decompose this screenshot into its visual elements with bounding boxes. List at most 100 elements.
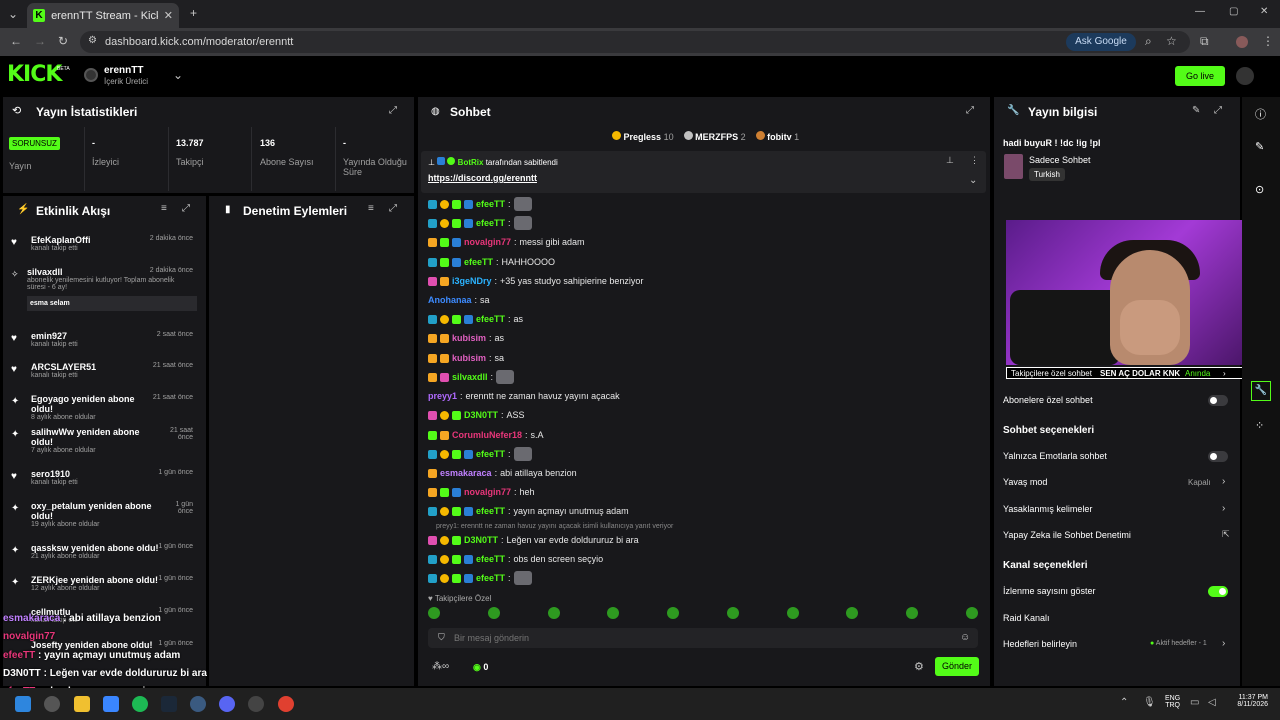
chat-username[interactable]: novalgin77 xyxy=(464,485,511,499)
maximize-icon[interactable]: ▢ xyxy=(1229,6,1238,17)
chat-message[interactable]: efeeTT: xyxy=(428,571,532,585)
search-icon[interactable] xyxy=(44,696,60,712)
chat-message[interactable]: efeeTT: obs den screen seçyio xyxy=(428,552,603,566)
ask-google-button[interactable]: Ask Google xyxy=(1066,33,1136,51)
clock[interactable]: 11:37 PM 8/11/2026 xyxy=(1228,694,1268,708)
file-explorer-icon[interactable] xyxy=(74,696,90,712)
chat-message[interactable]: i3geNDry: +35 yas studyo sahipierine benz… xyxy=(428,274,643,288)
emote-icon[interactable] xyxy=(846,607,859,619)
emote-icon[interactable] xyxy=(906,607,919,619)
volume-icon[interactable]: ◁ xyxy=(1208,697,1216,708)
popout-icon[interactable]: ⤢ xyxy=(389,203,397,214)
bookmark-star-icon[interactable]: ☆ xyxy=(1166,34,1177,48)
chat-username[interactable]: efeeTT xyxy=(476,571,505,585)
popout-icon[interactable]: ⤢ xyxy=(1214,105,1222,116)
forward-icon[interactable]: → xyxy=(34,34,46,48)
channel-avatar[interactable] xyxy=(84,68,98,82)
chat-username[interactable]: efeeTT xyxy=(476,447,505,461)
chat-username[interactable]: efeeTT xyxy=(476,552,505,566)
browser-menu-icon[interactable]: ⋮ xyxy=(1262,34,1274,48)
slow-mode-label[interactable]: Yavaş mod xyxy=(1003,477,1047,487)
emote-icon[interactable] xyxy=(965,607,978,619)
filter-icon[interactable]: ≡ xyxy=(368,203,374,214)
chat-message[interactable]: Anohanaa: sa xyxy=(428,293,490,307)
spotify-icon[interactable] xyxy=(132,696,148,712)
chat-message[interactable]: silvaxdll: xyxy=(428,370,515,384)
emote-icon[interactable] xyxy=(786,607,799,619)
chat-message[interactable]: preyy1: erenntt ne zaman havuz yayını aça… xyxy=(428,389,620,403)
ai-mod-label[interactable]: Yapay Zeka ile Sohbet Denetimi xyxy=(1003,530,1131,540)
show-viewers-toggle[interactable] xyxy=(1208,586,1228,597)
reload-icon[interactable]: ↻ xyxy=(58,34,68,48)
chat-username[interactable]: efeeTT xyxy=(464,255,493,269)
tab-list-icon[interactable]: ⌄ xyxy=(8,7,18,21)
chat-username[interactable]: D3N0TT xyxy=(464,408,498,422)
popout-icon[interactable]: ⤢ xyxy=(966,105,974,116)
store-icon[interactable] xyxy=(103,696,119,712)
site-info-icon[interactable]: ⚙ xyxy=(88,35,97,46)
chat-message[interactable]: efeeTT: as xyxy=(428,312,523,326)
info-icon[interactable]: ⓘ xyxy=(1255,106,1266,122)
browser-tab[interactable]: K erennTT Stream - Kick Dashboard ✕ xyxy=(27,3,179,28)
chat-username[interactable]: kubisim xyxy=(452,351,486,365)
more-icon[interactable]: ⋮ xyxy=(970,155,979,166)
chat-message[interactable]: D3N0TT: Leğen var evde doldururuz bi ara xyxy=(428,533,639,547)
external-link-icon[interactable]: ⇱ xyxy=(1222,529,1230,540)
kick-logo[interactable]: KICK xyxy=(7,62,62,87)
wrench-tool-icon[interactable]: 🔧 xyxy=(1251,381,1271,401)
settings-app-icon[interactable] xyxy=(190,696,206,712)
chat-username[interactable]: efeeTT xyxy=(476,312,505,326)
chat-message[interactable]: D3N0TT: ASS xyxy=(428,408,525,422)
back-icon[interactable]: ← xyxy=(10,34,22,48)
network-icon[interactable]: ▭ xyxy=(1190,697,1199,708)
chat-username[interactable]: efeeTT xyxy=(476,504,505,518)
subs-chat-toggle[interactable] xyxy=(1208,395,1228,406)
microphone-icon[interactable]: 🎙 xyxy=(1143,697,1156,708)
chat-username[interactable]: esmakaraca xyxy=(440,466,492,480)
chat-username[interactable]: efeeTT xyxy=(476,197,505,211)
chrome-icon[interactable] xyxy=(278,696,294,712)
new-tab-icon[interactable]: + xyxy=(190,6,197,20)
chat-message[interactable]: kubisim: as xyxy=(428,331,504,345)
chevron-right-icon[interactable]: › xyxy=(1222,476,1225,487)
emote-icon[interactable] xyxy=(667,607,680,619)
chevron-right-icon[interactable]: › xyxy=(1222,638,1225,649)
target-icon[interactable]: ⊙ xyxy=(1255,183,1264,196)
chat-username[interactable]: Anohanaa xyxy=(428,293,472,307)
chat-username[interactable]: efeeTT xyxy=(476,216,505,230)
obs-icon[interactable] xyxy=(248,696,264,712)
chat-username[interactable]: CorumluNefer18 xyxy=(452,428,522,442)
zoom-icon[interactable]: ⌕ xyxy=(1145,34,1152,49)
pinned-link[interactable]: https://discord.gg/erenntt xyxy=(428,173,537,183)
banned-words-label[interactable]: Yasaklanmış kelimeler xyxy=(1003,504,1092,514)
edit-icon[interactable]: ✎ xyxy=(1192,105,1200,116)
settings-gear-icon[interactable]: ⚙ xyxy=(914,660,924,673)
chat-message[interactable]: efeeTT: xyxy=(428,197,532,211)
close-window-icon[interactable]: ✕ xyxy=(1260,6,1268,17)
extensions-icon[interactable]: ⧉ xyxy=(1200,34,1209,49)
url-text[interactable]: dashboard.kick.com/moderator/erenntt xyxy=(105,36,293,48)
emote-icon[interactable] xyxy=(607,607,620,619)
chat-message[interactable]: efeeTT: HAHHOOOO xyxy=(428,255,555,269)
chat-username[interactable]: novalgin77 xyxy=(464,235,511,249)
language-indicator[interactable]: ENG TRQ xyxy=(1165,695,1180,709)
discord-icon[interactable] xyxy=(219,696,235,712)
emote-icon[interactable] xyxy=(428,607,440,619)
chat-input-field[interactable] xyxy=(454,631,944,645)
close-tab-icon[interactable]: ✕ xyxy=(164,9,173,22)
steam-icon[interactable] xyxy=(161,696,177,712)
chat-message[interactable]: CorumluNefer18: s.A xyxy=(428,428,544,442)
channel-switch-chevron-icon[interactable]: ⌄ xyxy=(173,68,183,82)
chat-message[interactable]: novalgin77: messi gibi adam xyxy=(428,235,585,249)
chat-message[interactable]: efeeTT: xyxy=(428,447,532,461)
chat-message[interactable]: esmakaraca: abi atillaya benzion xyxy=(428,466,577,480)
chat-message[interactable]: kubisim: sa xyxy=(428,351,504,365)
chat-username[interactable]: i3geNDry xyxy=(452,274,492,288)
chat-message[interactable]: efeeTT: xyxy=(428,216,532,230)
chat-username[interactable]: kubisim xyxy=(452,331,486,345)
chat-username[interactable]: D3N0TT xyxy=(464,533,498,547)
emote-icon[interactable] xyxy=(487,607,500,619)
nodes-icon[interactable]: ⁘ xyxy=(1255,419,1264,432)
emote-only-toggle[interactable] xyxy=(1208,451,1228,462)
go-live-button[interactable]: Go live xyxy=(1175,66,1225,86)
